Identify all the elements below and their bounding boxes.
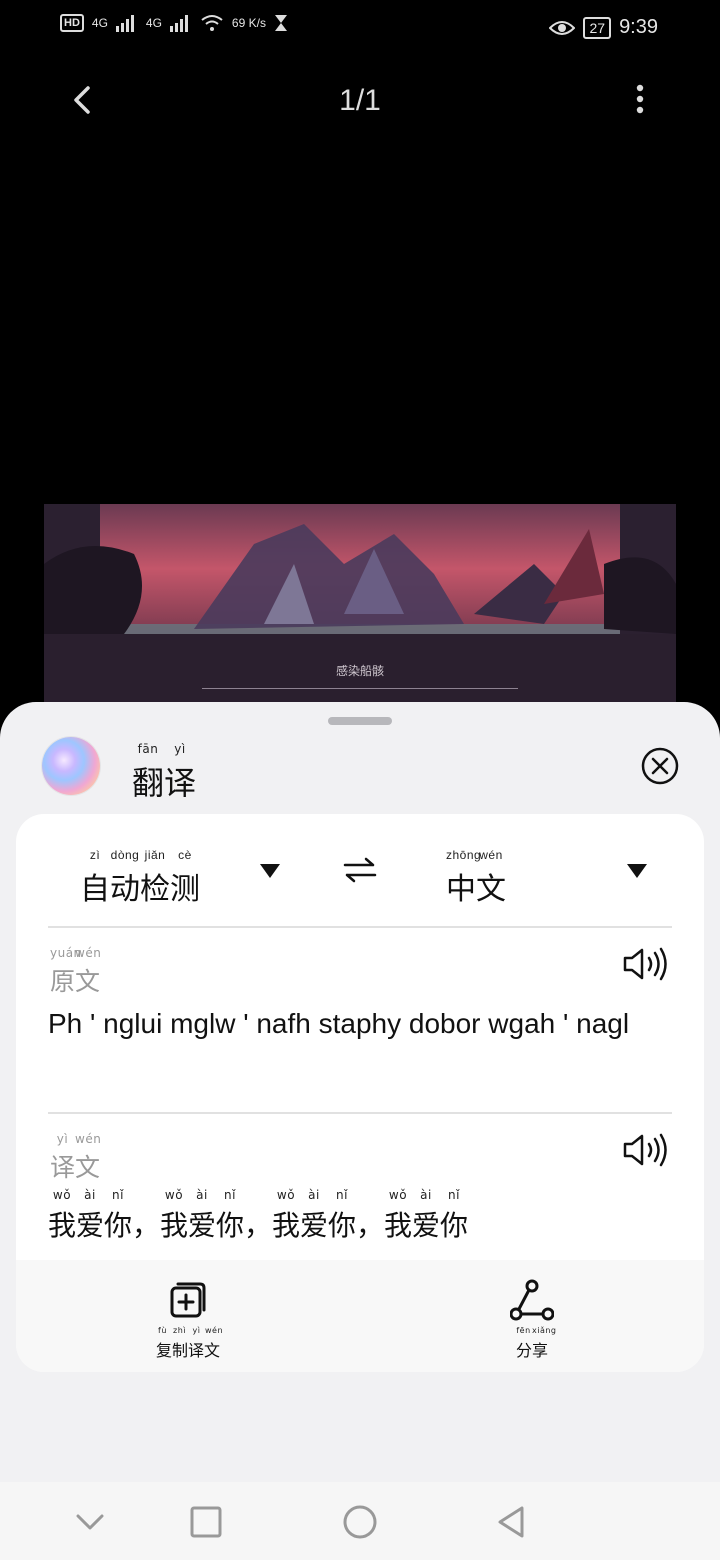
system-nav-bar	[0, 1482, 720, 1560]
original-label: yuán wén 原文	[50, 946, 102, 996]
swap-languages-icon[interactable]	[342, 856, 378, 884]
source-language-label: 自动检测	[80, 872, 200, 907]
target-lang-pinyin: zhōng wén	[446, 848, 503, 862]
source-lang-pinyin: zì dòng jiǎn cè	[89, 848, 192, 862]
translation-card: zì dòng jiǎn cè 自动检测 zhōng wén 中文 yuán w…	[16, 814, 704, 1372]
back-triangle-icon[interactable]	[492, 1502, 532, 1542]
translated-text[interactable]: wǒ ài nǐ wǒ ài nǐ wǒ ài nǐ wǒ ài nǐ 我爱你，…	[48, 1188, 674, 1244]
language-selector-row: zì dòng jiǎn cè 自动检测 zhōng wén 中文	[16, 814, 704, 926]
drag-handle[interactable]	[328, 717, 392, 725]
hd-badge: HD	[60, 14, 84, 32]
copy-icon	[170, 1282, 206, 1318]
share-button[interactable]: fēn xiǎng 分享	[452, 1278, 612, 1361]
signal-icon	[115, 15, 134, 32]
target-language-label: 中文	[446, 872, 506, 907]
sheet-title: fān yì 翻译	[132, 742, 197, 802]
image-caption: 感染船骸	[335, 664, 384, 678]
game-screenshot-image: 感染船骸	[44, 504, 676, 704]
data-speed: 69 K/s	[231, 16, 266, 30]
close-icon[interactable]	[640, 746, 680, 786]
source-language-selector[interactable]: zì dòng jiǎn cè 自动检测	[80, 848, 200, 908]
signal-icon-2	[169, 15, 188, 32]
top-nav: 1/1	[0, 70, 720, 130]
eye-icon	[549, 20, 576, 35]
action-bar: fù zhì yì wén 复制译文 fēn xiǎng 分享	[16, 1260, 704, 1372]
title-pinyin: fān yì	[137, 742, 186, 756]
assistant-logo	[42, 737, 100, 795]
translated-pinyin: wǒ ài nǐ wǒ ài nǐ wǒ ài nǐ wǒ ài nǐ	[52, 1188, 460, 1202]
status-right: 27 9:39	[549, 16, 658, 39]
status-bar: HD 4G 4G 69 K/s 27 9:39	[0, 0, 720, 60]
share-label: 分享	[515, 1341, 548, 1360]
recents-square-icon[interactable]	[186, 1502, 226, 1542]
target-dropdown-icon[interactable]	[626, 863, 648, 879]
network-type-2: 4G	[145, 16, 162, 30]
original-text[interactable]: Ph ' nglui mglw ' nafh staphy dobor wgah…	[48, 1004, 674, 1043]
copy-translation-button[interactable]: fù zhì yì wén 复制译文	[108, 1278, 268, 1361]
collapse-chevron-icon[interactable]	[70, 1502, 110, 1542]
translated-text-content: 我爱你，我爱你，我爱你，我爱你	[48, 1209, 469, 1242]
wifi-icon	[201, 15, 223, 31]
home-circle-icon[interactable]	[340, 1502, 380, 1542]
speaker-icon[interactable]	[622, 946, 672, 982]
copy-translation-label: 复制译文	[155, 1341, 220, 1360]
translation-sheet: fān yì 翻译 zì dòng jiǎn cè 自动检测 zhōng wén…	[0, 702, 720, 1482]
target-language-selector[interactable]: zhōng wén 中文	[446, 848, 506, 908]
caption-underline	[202, 688, 518, 689]
clock: 9:39	[619, 16, 658, 38]
page-counter: 1/1	[339, 84, 381, 117]
status-left: HD 4G 4G 69 K/s	[60, 14, 288, 32]
hourglass-icon	[274, 15, 287, 31]
network-type: 4G	[91, 16, 108, 30]
more-options-icon[interactable]	[632, 84, 648, 116]
translated-label: yì wén 译文	[50, 1132, 102, 1182]
divider	[48, 926, 672, 928]
divider	[48, 1112, 672, 1114]
speaker-icon[interactable]	[622, 1132, 672, 1168]
battery-indicator: 27	[583, 16, 612, 39]
source-dropdown-icon[interactable]	[259, 863, 281, 879]
share-icon	[510, 1279, 554, 1321]
